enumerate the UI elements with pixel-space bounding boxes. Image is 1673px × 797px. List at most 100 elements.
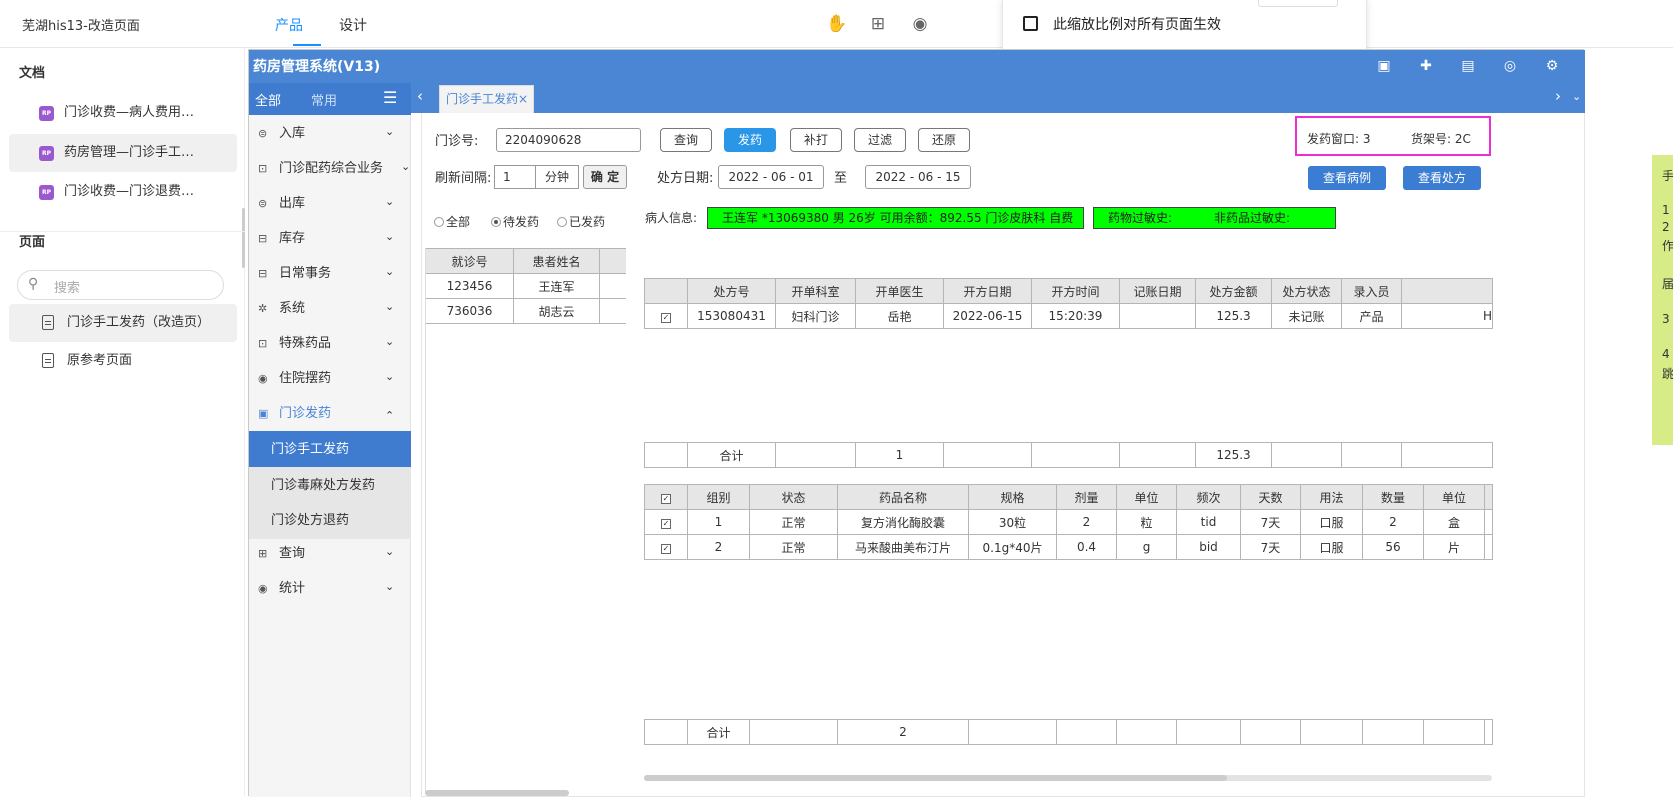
chevron-down-icon[interactable]: ⌄ bbox=[1572, 90, 1581, 103]
eye-icon[interactable]: ◉ bbox=[910, 14, 930, 34]
cell: g bbox=[1116, 534, 1177, 560]
note-text: 4 bbox=[1662, 347, 1670, 361]
view-record-button[interactable]: 查看病例 bbox=[1308, 166, 1386, 190]
nav-item-daily[interactable]: ⊟ 日常事务 ⌄ bbox=[249, 255, 411, 292]
table-header-row: 就诊号 患者姓名 bbox=[425, 248, 626, 274]
receipt-icon[interactable]: ▤ bbox=[1459, 57, 1477, 75]
table-row[interactable]: ✓ 2 正常 马来酸曲美布汀片 0.1g*40片 0.4 g bid 7天 口服… bbox=[644, 534, 1493, 560]
cell: 复方消化酶胶囊 bbox=[837, 509, 969, 535]
radio-pending[interactable]: 待发药 bbox=[491, 213, 539, 230]
table-row[interactable]: 736036 胡志云 bbox=[425, 298, 626, 324]
rp-doc-icon: RP bbox=[39, 185, 54, 200]
nav-item-outbound[interactable]: ⊜ 出库 ⌄ bbox=[249, 185, 411, 222]
hand-icon[interactable]: ✋ bbox=[826, 14, 847, 34]
menu-icon[interactable]: ☰ bbox=[383, 88, 397, 107]
cell-patient-name: 王连军 bbox=[513, 273, 600, 299]
chevron-left-icon[interactable]: ‹ bbox=[417, 87, 423, 105]
doc-item[interactable]: RP 门诊收费—病人费用… bbox=[9, 94, 237, 132]
table-row[interactable]: ✓ 153080431 妇科门诊 岳艳 2022-06-15 15:20:39 … bbox=[644, 303, 1493, 329]
cell: 2 bbox=[1056, 509, 1117, 535]
cell: 153080431 bbox=[687, 303, 776, 329]
nav-sub-narcotic-dispense[interactable]: 门诊毒麻处方发药 bbox=[249, 467, 411, 504]
close-icon[interactable]: × bbox=[518, 86, 528, 112]
page-item[interactable]: 门诊手工发药（改造页） bbox=[9, 304, 237, 342]
doc-item[interactable]: RP 药房管理—门诊手工… bbox=[9, 134, 237, 172]
nav-item-inpatient[interactable]: ◉ 住院摆药 ⌄ bbox=[249, 360, 411, 397]
chevron-down-icon: ⌄ bbox=[385, 370, 395, 383]
row-checkbox[interactable]: ✓ bbox=[644, 303, 688, 329]
cell: 未记账 bbox=[1271, 303, 1342, 329]
view-rx-button[interactable]: 查看处方 bbox=[1403, 166, 1481, 190]
col-header: 开单科室 bbox=[775, 278, 856, 304]
zoom-input[interactable] bbox=[1258, 0, 1338, 7]
select-all-checkbox[interactable]: ✓ bbox=[644, 484, 688, 510]
divider bbox=[425, 248, 426, 793]
pill-icon[interactable]: ✚ bbox=[1417, 57, 1435, 75]
nav-item-icon: ⊜ bbox=[258, 127, 268, 140]
date-to-input[interactable]: 2022 - 06 - 15 bbox=[865, 165, 971, 189]
radio-dispensed[interactable]: 已发药 bbox=[557, 213, 605, 230]
tab-product[interactable]: 产品 bbox=[275, 15, 303, 35]
rp-doc-icon: RP bbox=[39, 106, 54, 121]
table-row[interactable]: 123456 王连军 bbox=[425, 273, 626, 299]
note-text: 跳 bbox=[1662, 367, 1673, 381]
nav-item-icon: ⊞ bbox=[258, 547, 268, 560]
view-icon[interactable]: ◎ bbox=[1501, 57, 1519, 75]
note-text: 届 bbox=[1662, 277, 1673, 291]
chevron-down-icon: ⌄ bbox=[385, 230, 395, 243]
refresh-input[interactable]: 1 bbox=[494, 165, 536, 189]
clinic-no-input[interactable]: 2204090628 bbox=[496, 128, 641, 152]
nav-item-stock[interactable]: ⊟ 库存 ⌄ bbox=[249, 220, 411, 257]
nav-item-icon: ⊟ bbox=[258, 267, 268, 280]
table-row[interactable]: ✓ 1 正常 复方消化酶胶囊 30粒 2 粒 tid 7天 口服 2 盒 bbox=[644, 509, 1493, 535]
card-icon[interactable]: ▣ bbox=[1375, 57, 1393, 75]
nav-item-outpatient-dispense[interactable]: ▣ 门诊发药 ⌃ bbox=[249, 395, 411, 432]
docs-scrollbar[interactable] bbox=[242, 208, 245, 268]
cell: 盒 bbox=[1423, 509, 1485, 535]
cell: 7天 bbox=[1240, 534, 1301, 560]
comment-add-icon[interactable]: ⊞ bbox=[868, 14, 888, 34]
page-item[interactable]: 原参考页面 bbox=[9, 342, 237, 380]
drug-table-scrollbar[interactable] bbox=[644, 775, 1227, 781]
row-checkbox[interactable]: ✓ bbox=[644, 534, 688, 560]
cell: 粒 bbox=[1116, 509, 1177, 535]
nav-item-label: 日常事务 bbox=[279, 266, 332, 281]
cell-visit-no: 123456 bbox=[425, 273, 514, 299]
nav-item-system[interactable]: ✲ 系统 ⌄ bbox=[249, 290, 411, 327]
date-from-input[interactable]: 2022 - 06 - 01 bbox=[718, 165, 824, 189]
row-checkbox[interactable]: ✓ bbox=[644, 509, 688, 535]
reprint-button[interactable]: 补打 bbox=[790, 128, 842, 152]
cell: 7天 bbox=[1240, 509, 1301, 535]
chevron-down-icon: ⌄ bbox=[385, 195, 395, 208]
nav-tab-common[interactable]: 常用 bbox=[311, 90, 337, 109]
gear-icon[interactable]: ⚙ bbox=[1543, 57, 1561, 75]
query-button[interactable]: 查询 bbox=[660, 128, 712, 152]
tab-design[interactable]: 设计 bbox=[339, 15, 367, 35]
refresh-label: 刷新间隔: bbox=[435, 171, 492, 186]
chevron-right-icon[interactable]: › bbox=[1555, 87, 1561, 105]
nav-tab-all[interactable]: 全部 bbox=[255, 90, 281, 109]
nav-item-icon: ◉ bbox=[258, 372, 268, 385]
page-tab-manual-dispense[interactable]: 门诊手工发药 × bbox=[439, 85, 534, 113]
doc-item[interactable]: RP 门诊收费—门诊退费… bbox=[9, 173, 237, 211]
nav-item-special-drugs[interactable]: ⊡ 特殊药品 ⌄ bbox=[249, 325, 411, 362]
col-header: 单位 bbox=[1423, 484, 1485, 510]
cell: 125.3 bbox=[1195, 303, 1272, 329]
confirm-button[interactable]: 确 定 bbox=[583, 165, 627, 189]
col-header: 频次 bbox=[1176, 484, 1241, 510]
apply-all-pages-checkbox[interactable] bbox=[1023, 16, 1038, 31]
restore-button[interactable]: 还原 bbox=[918, 128, 970, 152]
nav-item-inbound[interactable]: ⊜ 入库 ⌄ bbox=[249, 115, 411, 152]
top-bar: 芜湖his13-改造页面 产品 设计 ✋ ⊞ ◉ 此缩放比例对所有页面生效 bbox=[0, 0, 1673, 54]
filter-button[interactable]: 过滤 bbox=[854, 128, 906, 152]
nav-item-query[interactable]: ⊞ 查询 ⌄ bbox=[249, 535, 411, 572]
nav-sub-manual-dispense[interactable]: 门诊手工发药 bbox=[249, 431, 411, 468]
dispense-button[interactable]: 发药 bbox=[724, 128, 776, 152]
nav-item-dispense-combined[interactable]: ⊡ 门诊配药综合业务 ⌄ bbox=[249, 150, 411, 187]
page-search[interactable]: ⚲ 搜索 bbox=[17, 270, 224, 300]
patient-table-scrollbar[interactable] bbox=[425, 790, 569, 796]
radio-all[interactable]: 全部 bbox=[434, 213, 470, 230]
cell: 马来酸曲美布汀片 bbox=[837, 534, 969, 560]
nav-item-stats[interactable]: ◉ 统计 ⌄ bbox=[249, 570, 411, 607]
col-header: 状态 bbox=[749, 484, 838, 510]
